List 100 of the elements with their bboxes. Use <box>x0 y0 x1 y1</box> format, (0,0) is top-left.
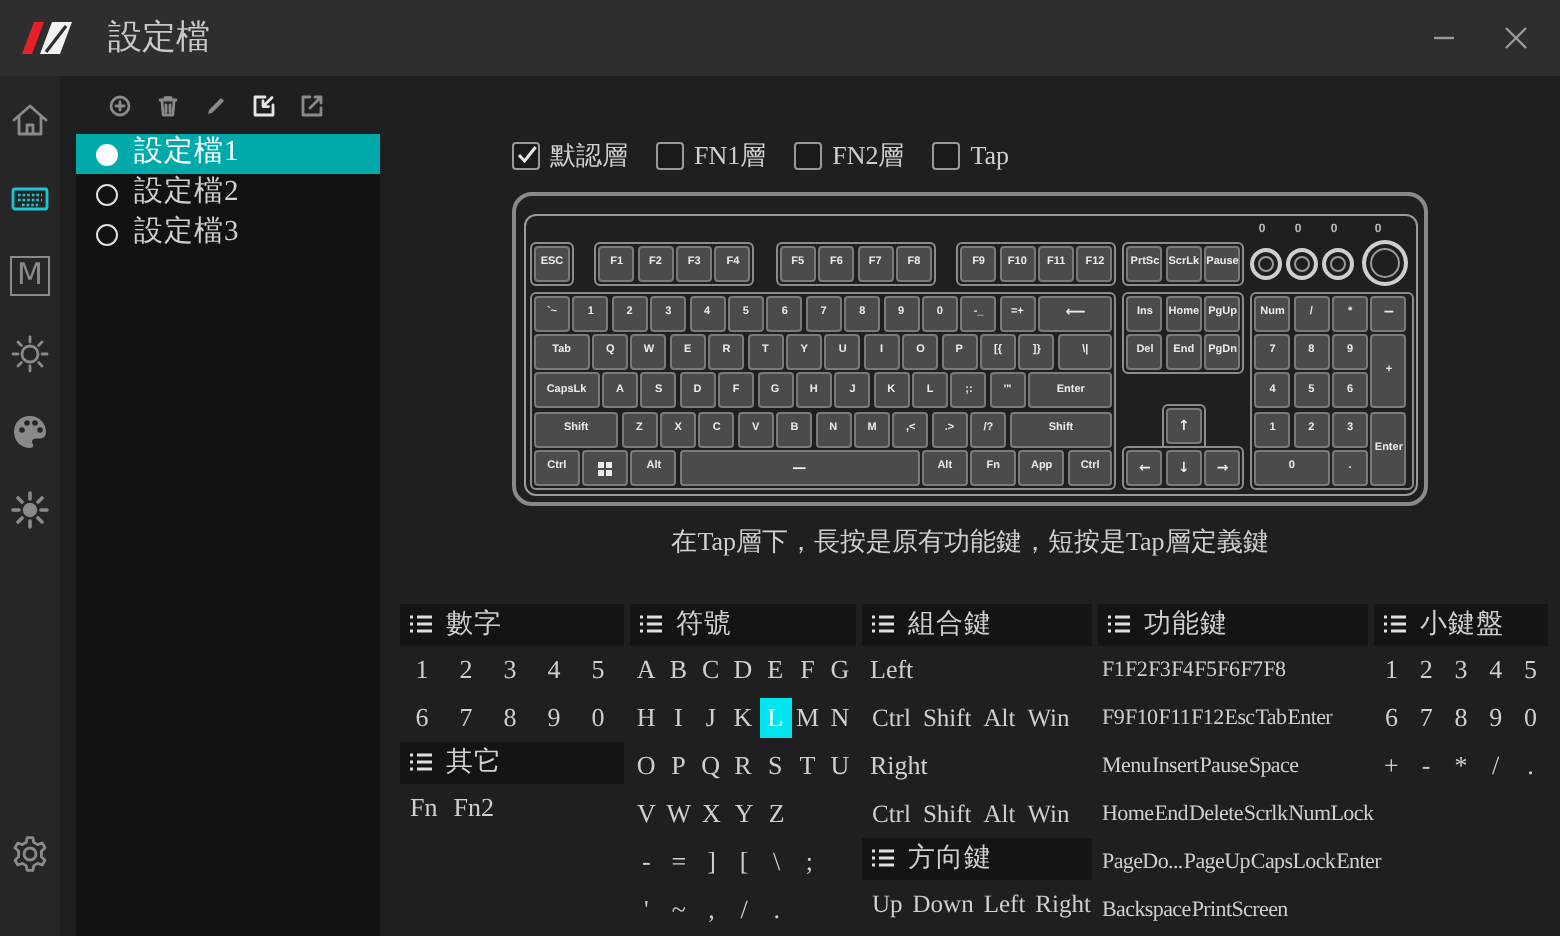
key-option[interactable]: 5 <box>1513 649 1548 690</box>
knob[interactable] <box>1250 247 1283 279</box>
key-option[interactable]: B <box>662 649 695 690</box>
key-option[interactable]: 9 <box>532 697 576 738</box>
key-option[interactable]: I <box>662 697 695 738</box>
key-option[interactable]: Y <box>727 793 761 834</box>
close-button[interactable] <box>1504 26 1528 50</box>
key-option[interactable]: 0 <box>1513 697 1548 738</box>
layer-checkbox[interactable]: Tap <box>932 136 1010 175</box>
key-option[interactable]: Ctrl <box>870 697 913 738</box>
key-option[interactable]: 2 <box>1408 649 1444 690</box>
key-option[interactable]: U <box>823 745 856 786</box>
key-option[interactable]: 4 <box>532 649 576 690</box>
key-option[interactable]: , <box>695 889 728 930</box>
key-option[interactable]: Right <box>1033 883 1093 924</box>
key-option[interactable]: Home <box>1102 793 1154 834</box>
key-option[interactable]: J <box>694 697 727 738</box>
key-option[interactable]: K <box>726 697 760 738</box>
keyboard-key[interactable] <box>582 450 629 487</box>
key-option[interactable]: Z <box>760 793 793 834</box>
key-option[interactable]: Delete <box>1189 793 1243 834</box>
key-option[interactable]: F8 <box>1263 649 1286 690</box>
key-option[interactable]: 7 <box>1408 697 1444 738</box>
key-option[interactable]: . <box>1513 745 1548 786</box>
key-option[interactable]: Insert <box>1151 745 1199 786</box>
key-option[interactable]: Enter <box>1336 841 1381 882</box>
key-option[interactable]: Esc <box>1224 697 1255 738</box>
key-option[interactable]: G <box>823 649 856 690</box>
key-option[interactable]: Menu <box>1102 745 1151 786</box>
key-option[interactable]: 4 <box>1478 649 1514 690</box>
key-option[interactable]: Alt <box>981 697 1018 738</box>
key-option[interactable]: T <box>791 745 824 786</box>
key-option[interactable]: / <box>1478 745 1514 786</box>
key-option[interactable]: 6 <box>400 697 444 738</box>
key-option[interactable]: ] <box>695 841 728 882</box>
key-option[interactable]: 5 <box>576 649 620 690</box>
key-option[interactable]: Pause <box>1199 745 1248 786</box>
knob[interactable] <box>1286 247 1319 279</box>
key-option[interactable]: = <box>662 841 696 882</box>
key-option[interactable]: F10 <box>1125 697 1158 738</box>
knob[interactable] <box>1322 247 1355 279</box>
key-option[interactable]: ; <box>792 841 826 882</box>
key-option[interactable]: - <box>1408 745 1444 786</box>
key-option[interactable]: Enter <box>1287 697 1333 738</box>
key-option[interactable]: H <box>630 697 663 738</box>
key-option[interactable]: PageUp <box>1183 841 1250 882</box>
key-option[interactable]: Down <box>910 883 976 924</box>
layer-checkbox[interactable]: FN1層 <box>656 136 767 175</box>
key-option[interactable]: . <box>760 889 793 930</box>
key-option[interactable]: Left <box>981 883 1028 924</box>
key-option[interactable]: - <box>630 841 663 882</box>
key-option[interactable]: W <box>662 793 696 834</box>
key-option[interactable]: Fn2 <box>451 787 496 828</box>
key-option[interactable]: V <box>630 793 663 834</box>
key-option[interactable]: X <box>695 793 728 834</box>
key-option[interactable]: C <box>694 649 727 690</box>
key-option[interactable]: F7 <box>1240 649 1263 690</box>
profile-item[interactable]: 設定檔3 <box>76 214 380 254</box>
layer-checkbox[interactable]: FN2層 <box>794 136 905 175</box>
key-option[interactable]: A <box>630 649 663 690</box>
key-option[interactable]: PageDo... <box>1102 841 1183 882</box>
key-option[interactable]: F4 <box>1171 649 1194 690</box>
key-option[interactable]: 8 <box>488 697 532 738</box>
key-option[interactable]: * <box>1443 745 1479 786</box>
key-option[interactable]: NumLock <box>1288 793 1374 834</box>
key-option[interactable]: S <box>759 745 792 786</box>
key-option[interactable]: End <box>1154 793 1189 834</box>
key-option[interactable]: \ <box>760 841 793 882</box>
key-option[interactable]: N <box>823 697 856 738</box>
key-option[interactable]: Win <box>1025 793 1072 834</box>
key-option[interactable]: 0 <box>576 697 620 738</box>
key-option[interactable]: 7 <box>444 697 488 738</box>
key-option[interactable]: Shift <box>920 697 974 738</box>
key-option[interactable]: R <box>726 745 760 786</box>
key-option[interactable]: ' <box>630 889 663 930</box>
key-option[interactable]: Tab <box>1255 697 1287 738</box>
key-option[interactable]: CapsLock <box>1250 841 1336 882</box>
key-option[interactable]: 3 <box>488 649 532 690</box>
key-option[interactable]: 2 <box>444 649 488 690</box>
key-option[interactable]: 3 <box>1443 649 1479 690</box>
key-option[interactable]: 1 <box>1374 649 1409 690</box>
key-option[interactable]: Up <box>870 883 905 924</box>
layer-checkbox[interactable]: 默認層 <box>512 136 628 175</box>
key-option[interactable]: Win <box>1025 697 1072 738</box>
key-option[interactable]: 1 <box>400 649 444 690</box>
key-option[interactable]: 8 <box>1443 697 1479 738</box>
key-option[interactable]: F5 <box>1194 649 1217 690</box>
key-option[interactable]: F12 <box>1191 697 1224 738</box>
key-option[interactable]: Backspace <box>1102 889 1191 930</box>
key-option[interactable]: E <box>759 649 792 690</box>
key-option[interactable]: F6 <box>1217 649 1240 690</box>
key-option[interactable]: Alt <box>981 793 1018 834</box>
key-option[interactable]: O <box>630 745 663 786</box>
key-option[interactable]: ~ <box>662 889 696 930</box>
key-option[interactable]: Ctrl <box>870 793 913 834</box>
key-option[interactable]: Q <box>694 745 727 786</box>
key-option[interactable]: Shift <box>920 793 974 834</box>
key-option[interactable]: [ <box>727 841 761 882</box>
key-option[interactable]: F <box>791 649 824 690</box>
key-option[interactable]: Scrlk <box>1243 793 1288 834</box>
